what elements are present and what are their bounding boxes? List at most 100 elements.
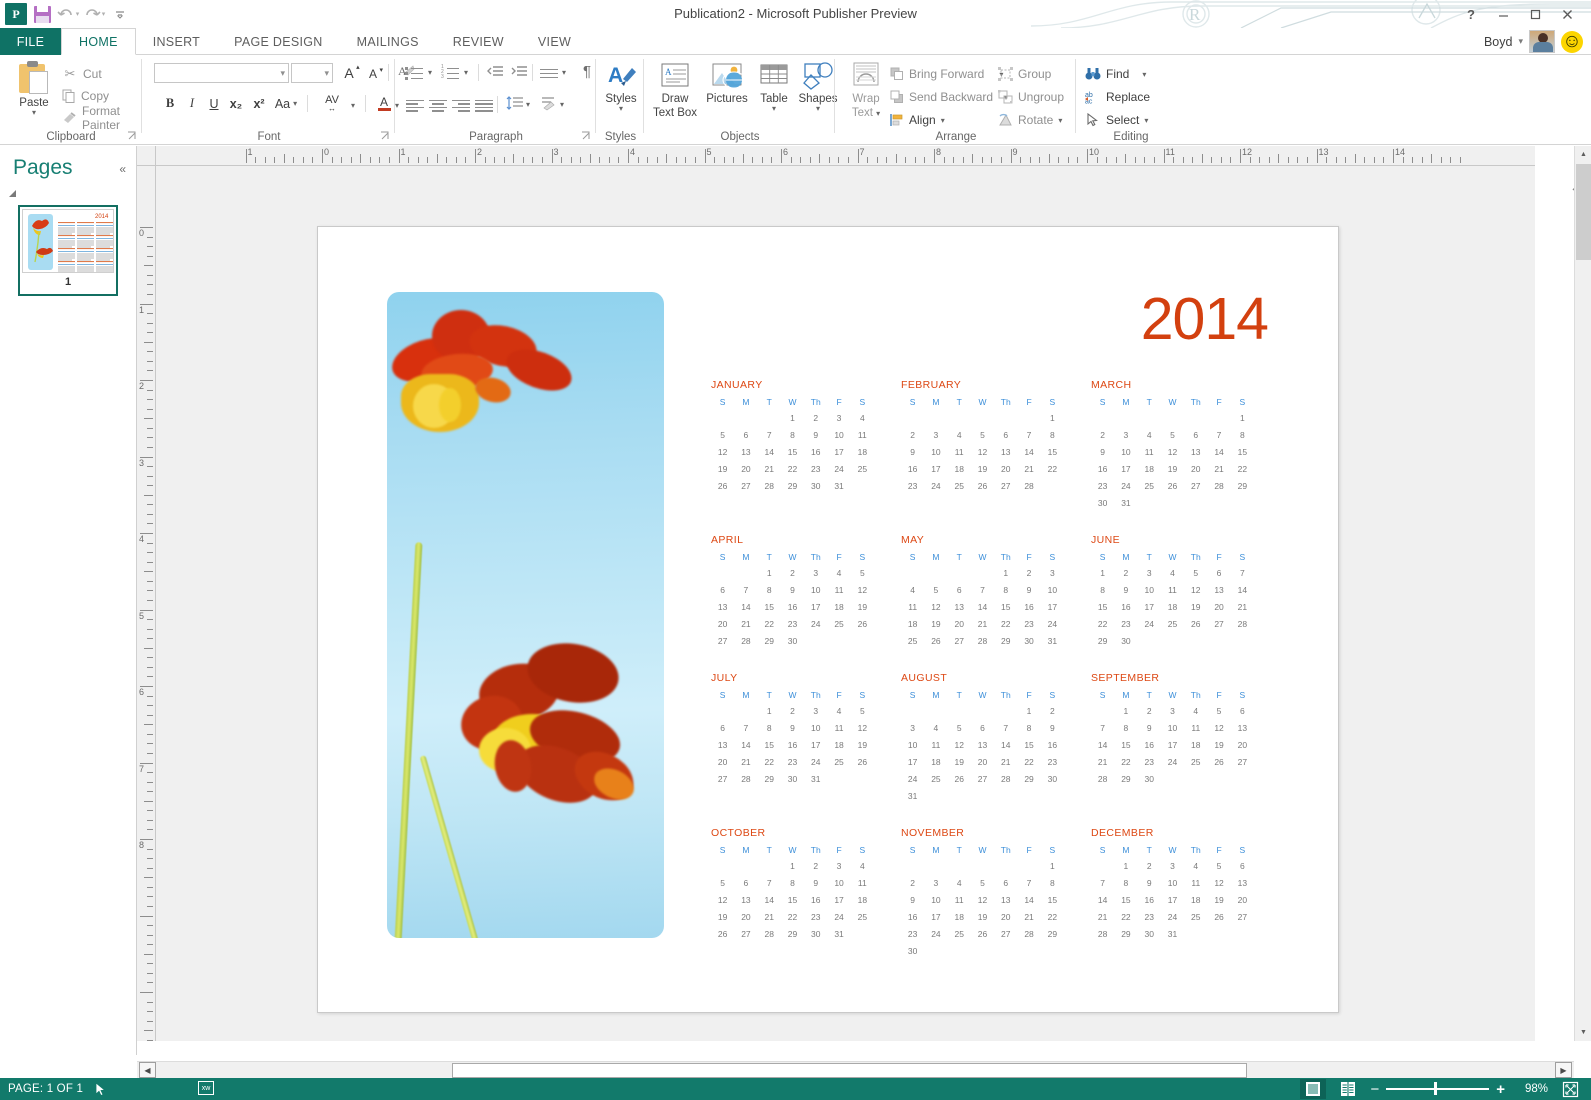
calendar-day-cell[interactable]: 30 xyxy=(1017,632,1040,649)
single-page-view-button[interactable] xyxy=(1300,1079,1326,1099)
vertical-ruler[interactable]: 012345678 xyxy=(137,166,156,1041)
calendar-day-cell[interactable]: 4 xyxy=(827,702,850,719)
calendar-day-cell[interactable]: 20 xyxy=(948,615,971,632)
calendar-day-cell[interactable]: 28 xyxy=(758,477,781,494)
calendar-day-cell[interactable]: 16 xyxy=(1138,891,1161,908)
align-menu-button[interactable]: Align ▾ xyxy=(890,109,945,131)
calendar-day-cell[interactable]: 9 xyxy=(804,426,827,443)
calendar-day-cell[interactable]: 26 xyxy=(948,770,971,787)
font-color-button[interactable]: A xyxy=(373,93,395,114)
calendar-day-cell[interactable]: 15 xyxy=(781,891,804,908)
calendar-day-cell[interactable]: 26 xyxy=(1184,615,1207,632)
numbering-button[interactable]: 123 xyxy=(440,63,462,84)
calendar-day-cell[interactable]: 2 xyxy=(1138,702,1161,719)
calendar-day-cell[interactable]: 3 xyxy=(924,874,947,891)
calendar-day-cell[interactable]: 31 xyxy=(827,477,850,494)
calendar-day-cell[interactable]: 17 xyxy=(804,736,827,753)
calendar-day-cell[interactable]: 5 xyxy=(1207,702,1230,719)
calendar-day-cell[interactable]: 29 xyxy=(1114,925,1137,942)
calendar-day-cell[interactable]: 3 xyxy=(1041,564,1064,581)
calendar-day-cell[interactable]: 21 xyxy=(758,908,781,925)
calendar-day-cell[interactable]: 2 xyxy=(781,702,804,719)
calendar-month-september[interactable]: SEPTEMBERSMTWThFS12345678910111213141516… xyxy=(1091,672,1281,804)
chevron-down-icon[interactable]: ▾ xyxy=(464,69,468,76)
calendar-day-cell[interactable]: 17 xyxy=(827,891,850,908)
calendar-day-cell[interactable]: 17 xyxy=(1114,460,1137,477)
calendar-day-cell[interactable]: 22 xyxy=(781,908,804,925)
scroll-right-button[interactable]: ▶ xyxy=(1555,1062,1572,1078)
calendar-day-cell[interactable]: 28 xyxy=(1091,925,1114,942)
expand-triangle-icon[interactable] xyxy=(9,190,16,197)
calendar-month-august[interactable]: AUGUSTSMTWThFS12345678910111213141516171… xyxy=(901,672,1091,804)
calendar-day-cell[interactable]: 16 xyxy=(804,891,827,908)
calendar-day-cell[interactable]: 1 xyxy=(1041,409,1064,426)
calendar-day-cell[interactable]: 30 xyxy=(781,632,804,649)
calendar-day-cell[interactable]: 13 xyxy=(1184,443,1207,460)
tab-review[interactable]: REVIEW xyxy=(436,28,521,55)
calendar-day-cell[interactable]: 21 xyxy=(1017,460,1040,477)
calendar-day-cell[interactable]: 15 xyxy=(781,443,804,460)
calendar-day-cell[interactable]: 30 xyxy=(781,770,804,787)
character-spacing-button[interactable]: AV ↔ xyxy=(315,93,349,114)
calendar-day-cell[interactable]: 7 xyxy=(1091,874,1114,891)
italic-button[interactable]: I xyxy=(181,93,203,114)
calendar-day-cell[interactable]: 28 xyxy=(758,925,781,942)
calendar-day-cell[interactable]: 16 xyxy=(1138,736,1161,753)
calendar-day-cell[interactable]: 10 xyxy=(827,426,850,443)
calendar-day-cell[interactable]: 10 xyxy=(827,874,850,891)
page-sheet[interactable]: 2014 JANUARYSMTWThFS12345678910111213141… xyxy=(317,226,1339,1013)
calendar-day-cell[interactable]: 11 xyxy=(827,581,850,598)
calendar-day-cell[interactable]: 14 xyxy=(1017,891,1040,908)
calendar-day-cell[interactable]: 24 xyxy=(804,753,827,770)
calendar-day-cell[interactable]: 27 xyxy=(1207,615,1230,632)
calendar-day-cell[interactable]: 15 xyxy=(758,736,781,753)
tab-page-design[interactable]: PAGE DESIGN xyxy=(217,28,340,55)
calendar-day-cell[interactable]: 29 xyxy=(781,477,804,494)
calendar-day-cell[interactable]: 8 xyxy=(758,719,781,736)
superscript-button[interactable]: x² xyxy=(248,93,270,114)
calendar-day-cell[interactable]: 8 xyxy=(994,581,1017,598)
calendar-day-cell[interactable]: 21 xyxy=(1231,598,1254,615)
calendar-day-cell[interactable]: 19 xyxy=(1184,598,1207,615)
calendar-day-cell[interactable]: 13 xyxy=(994,443,1017,460)
shrink-font-button[interactable]: A▾ xyxy=(362,63,384,84)
calendar-day-cell[interactable]: 30 xyxy=(1091,494,1114,511)
calendar-day-cell[interactable]: 30 xyxy=(1114,632,1137,649)
calendar-day-cell[interactable]: 24 xyxy=(901,770,924,787)
calendar-day-cell[interactable]: 14 xyxy=(994,736,1017,753)
calendar-day-cell[interactable]: 17 xyxy=(1161,891,1184,908)
calendar-day-cell[interactable]: 14 xyxy=(758,443,781,460)
calendar-day-cell[interactable]: 24 xyxy=(924,477,947,494)
calendar-day-cell[interactable]: 8 xyxy=(1114,719,1137,736)
line-spacing-menu-button[interactable] xyxy=(538,63,560,84)
calendar-day-cell[interactable]: 8 xyxy=(781,874,804,891)
calendar-day-cell[interactable]: 1 xyxy=(781,857,804,874)
calendar-day-cell[interactable]: 30 xyxy=(901,942,924,959)
calendar-day-cell[interactable]: 13 xyxy=(734,443,757,460)
calendar-day-cell[interactable]: 21 xyxy=(734,615,757,632)
document-canvas[interactable]: 2014 JANUARYSMTWThFS12345678910111213141… xyxy=(156,166,1535,1041)
calendar-day-cell[interactable]: 29 xyxy=(758,770,781,787)
bring-forward-button[interactable]: Bring Forward ▾ xyxy=(890,63,1003,85)
calendar-day-cell[interactable]: 14 xyxy=(758,891,781,908)
calendar-day-cell[interactable]: 3 xyxy=(804,702,827,719)
calendar-day-cell[interactable]: 12 xyxy=(1161,443,1184,460)
calendar-day-cell[interactable]: 11 xyxy=(901,598,924,615)
clipboard-dialog-launcher[interactable] xyxy=(127,131,138,142)
calendar-day-cell[interactable]: 7 xyxy=(1207,426,1230,443)
calendar-day-cell[interactable]: 10 xyxy=(804,581,827,598)
calendar-day-cell[interactable]: 4 xyxy=(948,874,971,891)
calendar-day-cell[interactable]: 27 xyxy=(994,925,1017,942)
zoom-slider[interactable]: − + xyxy=(1370,1081,1505,1098)
text-direction-button[interactable] xyxy=(538,94,560,115)
calendar-day-cell[interactable]: 1 xyxy=(994,564,1017,581)
calendar-day-cell[interactable]: 30 xyxy=(1138,770,1161,787)
calendar-day-cell[interactable]: 7 xyxy=(994,719,1017,736)
horizontal-ruler[interactable]: 101234567891011121314 xyxy=(156,146,1535,166)
calendar-day-cell[interactable]: 25 xyxy=(1184,753,1207,770)
flower-photo[interactable] xyxy=(387,292,664,938)
calendar-day-cell[interactable]: 15 xyxy=(1231,443,1254,460)
send-backward-button[interactable]: Send Backward ▾ xyxy=(890,86,1008,108)
bold-button[interactable]: B xyxy=(159,93,181,114)
close-button[interactable] xyxy=(1551,1,1583,27)
